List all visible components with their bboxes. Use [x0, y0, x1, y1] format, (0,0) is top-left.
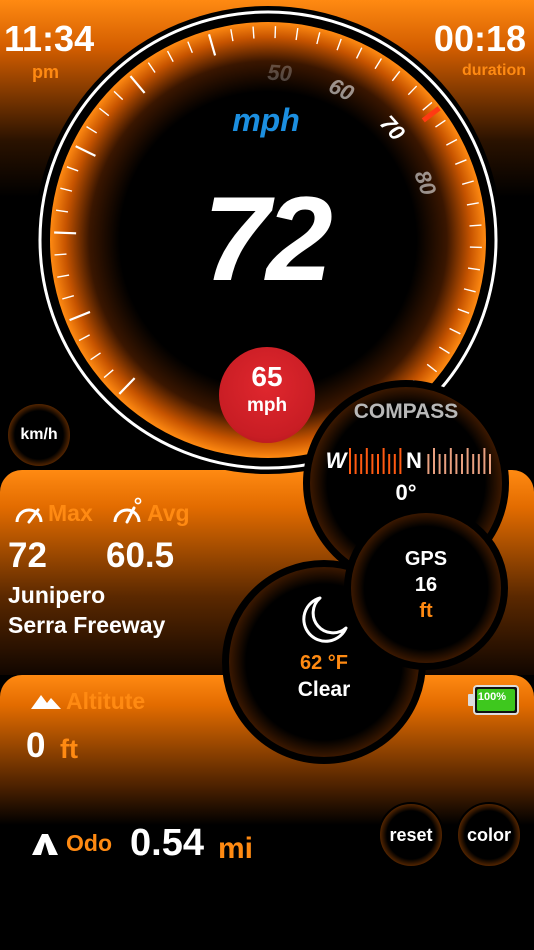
avg-speed-icon [113, 497, 142, 524]
speed-limit-unit: mph [246, 395, 288, 416]
color-button[interactable]: color [456, 802, 522, 868]
gps-title: GPS [404, 548, 448, 570]
compass-heading-strip: W N [326, 448, 491, 474]
reset-button[interactable]: reset [378, 802, 444, 868]
clock-time: 11:34 [4, 18, 95, 59]
current-speed: 72 [203, 172, 332, 306]
gps-unit: ft [419, 600, 433, 622]
road-name-line1: Junipero [8, 582, 106, 608]
gps-accuracy: 16 [414, 574, 438, 596]
odometer-unit: mi [218, 832, 254, 865]
gauge-tick [54, 231, 77, 235]
gauge-tick [469, 224, 482, 227]
battery-percentage: 100% [477, 691, 507, 703]
duration-label: duration [462, 62, 526, 79]
units-toggle-button[interactable]: km/h [6, 402, 72, 468]
max-speed-icon [15, 508, 43, 524]
speed-unit: mph [232, 102, 300, 138]
altitude-value: 0 [26, 726, 46, 765]
trip-duration: 00:18 [433, 18, 526, 59]
mountain-icon [31, 695, 61, 709]
compass-title: COMPASS [353, 400, 459, 423]
altitude-unit: ft [60, 734, 78, 764]
road-icon [32, 834, 58, 855]
compass-heading: 0° [395, 480, 417, 505]
max-speed-value: 72 [8, 536, 47, 575]
gauge-tick [252, 26, 255, 39]
avg-speed-label: Avg [147, 500, 190, 526]
altitude-label: Altitute [66, 688, 146, 714]
odometer-label: Odo [66, 830, 112, 856]
compass-west-label: W [326, 448, 349, 473]
road-name-line2: Serra Freeway [8, 612, 166, 638]
max-speed-label: Max [48, 500, 93, 526]
avg-speed-value: 60.5 [106, 536, 175, 575]
speed-limit-value: 65 [251, 361, 283, 392]
speed-limit-badge[interactable]: 65 mph [219, 347, 315, 443]
compass-north-label: N [406, 448, 422, 473]
odometer-value: 0.54 [130, 822, 204, 864]
gauge-scale-label: 50 [267, 60, 294, 87]
clock-ampm: pm [32, 62, 59, 82]
gauge-tick [54, 253, 67, 256]
weather-condition: Clear [297, 678, 351, 701]
